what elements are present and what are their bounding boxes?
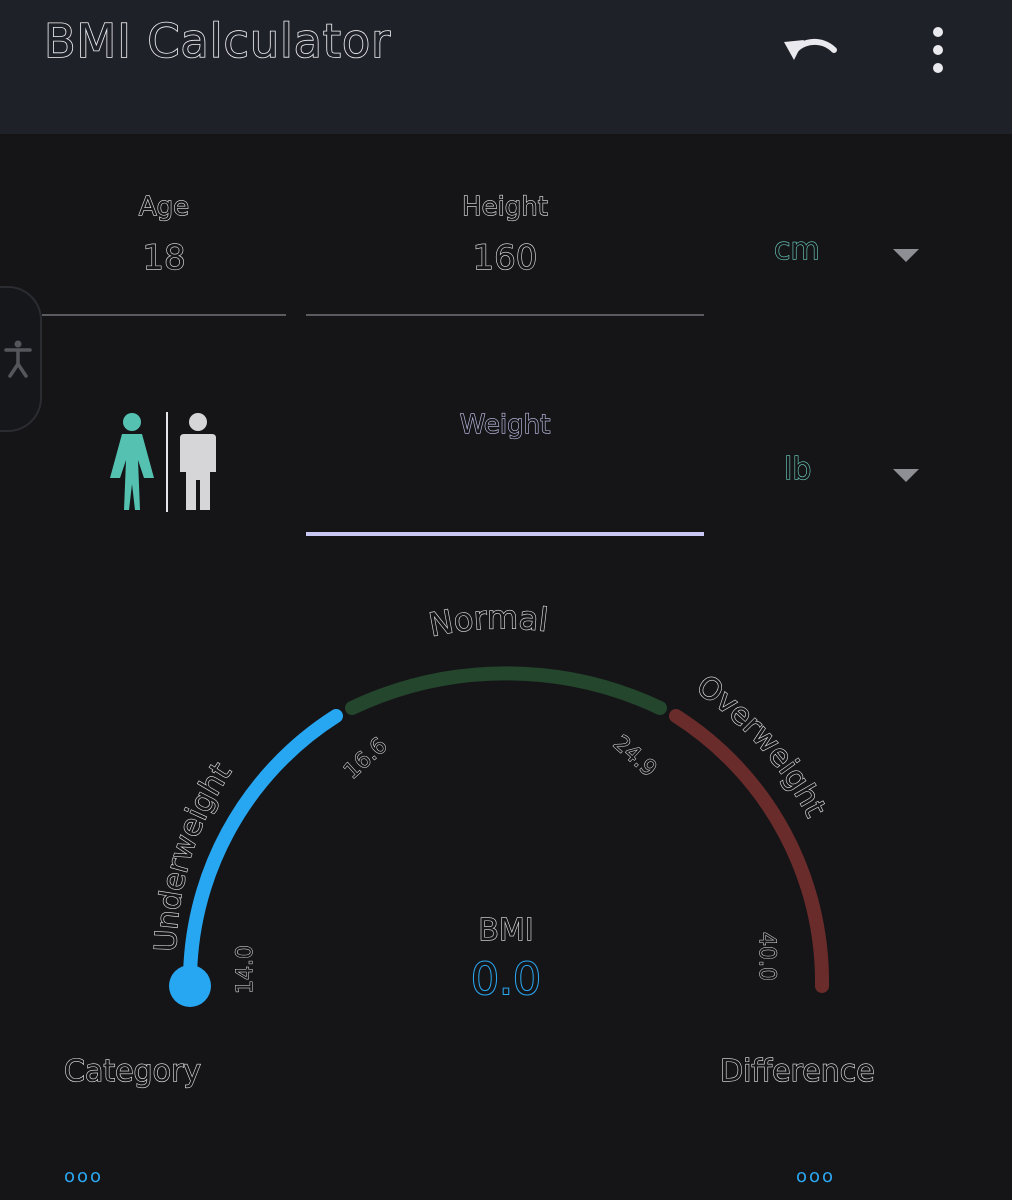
difference-label: Difference xyxy=(719,1053,875,1089)
more-vert-icon xyxy=(933,27,943,73)
height-label: Height xyxy=(461,191,548,222)
accessibility-icon xyxy=(4,340,32,378)
more-options-button[interactable] xyxy=(918,22,958,78)
age-underline xyxy=(42,314,286,316)
gauge-pointer[interactable] xyxy=(169,965,211,1007)
undo-icon xyxy=(784,39,837,60)
weight-unit-select[interactable]: lb xyxy=(783,451,812,487)
category-label: Category xyxy=(63,1053,202,1089)
gender-selector xyxy=(104,410,228,514)
tick-label-14: 14.0 xyxy=(233,945,258,994)
tick-label-24-9: 24.9 xyxy=(608,731,661,782)
undo-button[interactable] xyxy=(778,22,844,76)
tick-label-40: 40.0 xyxy=(754,932,779,981)
normal-label: Normal xyxy=(426,598,550,644)
accessibility-handle[interactable] xyxy=(0,286,42,432)
category-value: ooo xyxy=(64,1166,104,1187)
chevron-down-icon[interactable] xyxy=(893,249,919,262)
male-icon[interactable] xyxy=(176,410,220,514)
normal-arc xyxy=(345,666,667,715)
chevron-down-icon[interactable] xyxy=(893,469,919,482)
weight-underline xyxy=(306,532,704,536)
age-input[interactable]: 18 xyxy=(42,237,286,278)
app-title: BMI Calculator xyxy=(43,13,392,69)
height-input[interactable]: 160 xyxy=(306,237,704,278)
height-underline xyxy=(306,314,704,316)
bmi-value: 0.0 xyxy=(471,954,541,1005)
weight-input[interactable] xyxy=(306,460,704,500)
gender-divider xyxy=(166,412,168,512)
tick-label-16-6: 16.6 xyxy=(339,733,392,784)
bmi-label: BMI xyxy=(478,913,533,948)
age-label: Age xyxy=(138,191,190,222)
app-bar: BMI Calculator xyxy=(0,0,1012,134)
weight-label: Weight xyxy=(459,409,551,440)
difference-value: ooo xyxy=(796,1166,836,1187)
underweight-arc xyxy=(182,709,343,993)
bmi-gauge: Underweight Normal Overweight 14.0 16.6 … xyxy=(148,598,833,1007)
female-icon[interactable] xyxy=(104,410,160,514)
height-unit-select[interactable]: cm xyxy=(773,231,820,267)
